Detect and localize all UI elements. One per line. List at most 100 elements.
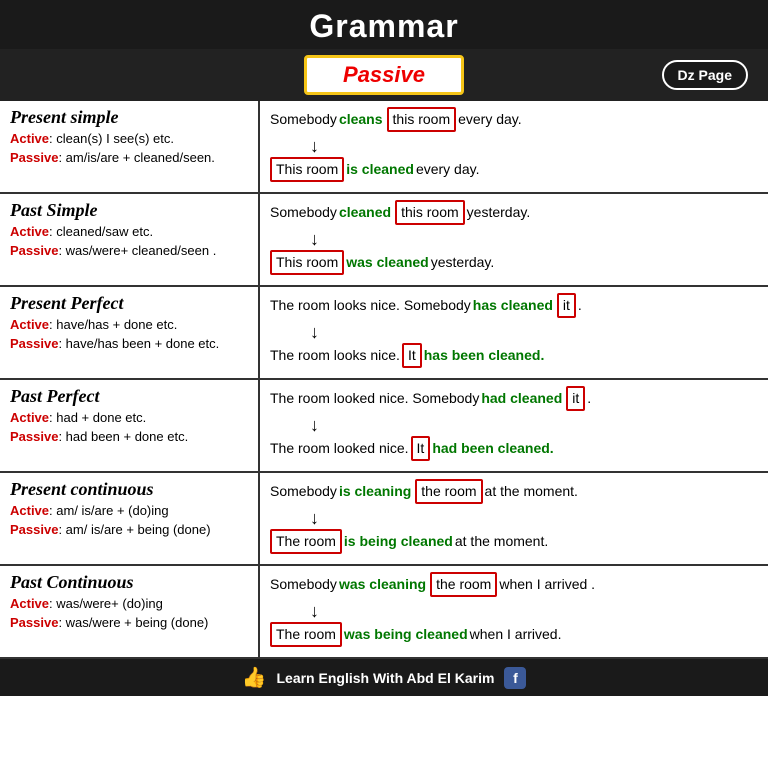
dz-page-label: Dz Page: [678, 67, 732, 83]
arrow-present-continuous: ↓: [270, 508, 758, 529]
active-text: : cleaned/saw etc.: [49, 224, 153, 239]
ex2-part-0: This room: [270, 157, 344, 182]
ex2-part-0: The room: [270, 529, 342, 554]
passive-label: Passive: [10, 150, 58, 165]
thumb-icon: 👍: [242, 665, 267, 690]
ex2-part-0: The room looks nice.: [270, 345, 400, 366]
ex2-part-0: The room looked nice.: [270, 438, 409, 459]
section-title-past-continuous: Past Continuous: [10, 572, 248, 593]
arrow-past-perfect: ↓: [270, 415, 758, 436]
section-title-past-simple: Past Simple: [10, 200, 248, 221]
active-label: Active: [10, 224, 49, 239]
example2-present-perfect: The room looks nice. It has been cleaned…: [270, 343, 758, 368]
passive-text: : am/is/are + cleaned/seen.: [58, 150, 214, 165]
active-text: : clean(s) I see(s) etc.: [49, 131, 174, 146]
ex2-part-1: It: [411, 436, 431, 461]
ex1-part-1: cleans: [339, 109, 383, 130]
ex2-part-2: yesterday.: [431, 252, 495, 273]
arrow-past-continuous: ↓: [270, 601, 758, 622]
ex2-part-1: is being cleaned: [344, 531, 453, 552]
example1-present-perfect: The room looks nice. Somebody has cleane…: [270, 293, 758, 318]
passive-text: : have/has been + done etc.: [58, 336, 219, 351]
active-text: : am/ is/are + (do)ing: [49, 503, 169, 518]
arrow-icon-present-perfect: ↓: [310, 322, 319, 343]
section-present-continuous: Present continuous Active: am/ is/are + (…: [0, 473, 768, 566]
passive-badge: Passive: [304, 55, 464, 95]
dz-page-badge: Dz Page: [662, 60, 748, 90]
ex1-part-0: The room looked nice. Somebody: [270, 388, 479, 409]
right-col-present-simple: Somebody cleans this room every day. ↓Thi…: [260, 101, 768, 192]
ex2-part-2: had been cleaned.: [432, 438, 553, 459]
ex2-part-2: when I arrived.: [470, 624, 562, 645]
ex2-part-2: at the moment.: [455, 531, 548, 552]
right-col-past-simple: Somebody cleaned this room yesterday. ↓Th…: [260, 194, 768, 285]
ex2-part-2: every day.: [416, 159, 480, 180]
example2-present-simple: This room is cleaned every day.: [270, 157, 758, 182]
active-label: Active: [10, 317, 49, 332]
passive-label: Passive: [343, 62, 425, 87]
arrow-icon-past-simple: ↓: [310, 229, 319, 250]
example2-present-continuous: The room is being cleaned at the moment.: [270, 529, 758, 554]
ex2-part-0: The room: [270, 622, 342, 647]
ex2-part-2: has been cleaned.: [424, 345, 545, 366]
header: Grammar: [0, 0, 768, 49]
active-text: : have/has + done etc.: [49, 317, 177, 332]
ex1-part-3: it: [566, 386, 585, 411]
page-title: Grammar: [0, 8, 768, 45]
left-col-present-continuous: Present continuous Active: am/ is/are + (…: [0, 473, 260, 564]
ex1-part-0: Somebody: [270, 202, 337, 223]
passive-line-present-simple: Passive: am/is/are + cleaned/seen.: [10, 149, 248, 167]
passive-line-past-continuous: Passive: was/were + being (done): [10, 614, 248, 632]
arrow-icon-past-continuous: ↓: [310, 601, 319, 622]
left-col-present-simple: Present simple Active: clean(s) I see(s) …: [0, 101, 260, 192]
ex1-part-3: this room: [395, 200, 465, 225]
section-title-past-perfect: Past Perfect: [10, 386, 248, 407]
ex1-part-4: when I arrived .: [499, 574, 595, 595]
arrow-past-simple: ↓: [270, 229, 758, 250]
section-title-present-simple: Present simple: [10, 107, 248, 128]
ex1-part-0: Somebody: [270, 481, 337, 502]
right-col-present-perfect: The room looks nice. Somebody has cleane…: [260, 287, 768, 378]
section-title-present-continuous: Present continuous: [10, 479, 248, 500]
active-label: Active: [10, 131, 49, 146]
active-line-present-continuous: Active: am/ is/are + (do)ing: [10, 502, 248, 520]
active-label: Active: [10, 410, 49, 425]
right-col-present-continuous: Somebody is cleaning the room at the mom…: [260, 473, 768, 564]
arrow-icon-present-simple: ↓: [310, 136, 319, 157]
ex1-part-0: Somebody: [270, 574, 337, 595]
passive-line-present-continuous: Passive: am/ is/are + being (done): [10, 521, 248, 539]
section-present-simple: Present simple Active: clean(s) I see(s) …: [0, 101, 768, 194]
ex1-part-3: the room: [415, 479, 482, 504]
active-line-present-simple: Active: clean(s) I see(s) etc.: [10, 130, 248, 148]
active-text: : had + done etc.: [49, 410, 146, 425]
passive-label: Passive: [10, 336, 58, 351]
ex2-part-1: was cleaned: [346, 252, 429, 273]
fb-icon: f: [504, 667, 526, 689]
example1-present-simple: Somebody cleans this room every day.: [270, 107, 758, 132]
ex2-part-0: This room: [270, 250, 344, 275]
right-col-past-perfect: The room looked nice. Somebody had clean…: [260, 380, 768, 471]
example2-past-perfect: The room looked nice. It had been cleane…: [270, 436, 758, 461]
footer: 👍 Learn English With Abd El Karim f: [0, 659, 768, 696]
active-label: Active: [10, 596, 49, 611]
content: Present simpleActive: clean(s) I see(s) …: [0, 101, 768, 659]
section-past-continuous: Past ContinuousActive: was/were+ (do)ing…: [0, 566, 768, 659]
ex2-part-1: is cleaned: [346, 159, 414, 180]
ex1-part-4: .: [578, 295, 582, 316]
passive-text: : was/were+ cleaned/seen .: [58, 243, 216, 258]
arrow-present-simple: ↓: [270, 136, 758, 157]
passive-label: Passive: [10, 615, 58, 630]
example1-past-perfect: The room looked nice. Somebody had clean…: [270, 386, 758, 411]
example1-past-simple: Somebody cleaned this room yesterday.: [270, 200, 758, 225]
footer-text: Learn English With Abd El Karim: [276, 670, 494, 686]
passive-label: Passive: [10, 243, 58, 258]
ex1-part-3: this room: [387, 107, 457, 132]
section-past-perfect: Past PerfectActive: had + done etc.Passi…: [0, 380, 768, 473]
passive-text: : had been + done etc.: [58, 429, 188, 444]
left-col-past-simple: Past Simple Active: cleaned/saw etc. Passi…: [0, 194, 260, 285]
ex1-part-3: the room: [430, 572, 497, 597]
arrow-present-perfect: ↓: [270, 322, 758, 343]
passive-label: Passive: [10, 522, 58, 537]
ex1-part-4: yesterday.: [467, 202, 531, 223]
ex1-part-1: is cleaning: [339, 481, 411, 502]
